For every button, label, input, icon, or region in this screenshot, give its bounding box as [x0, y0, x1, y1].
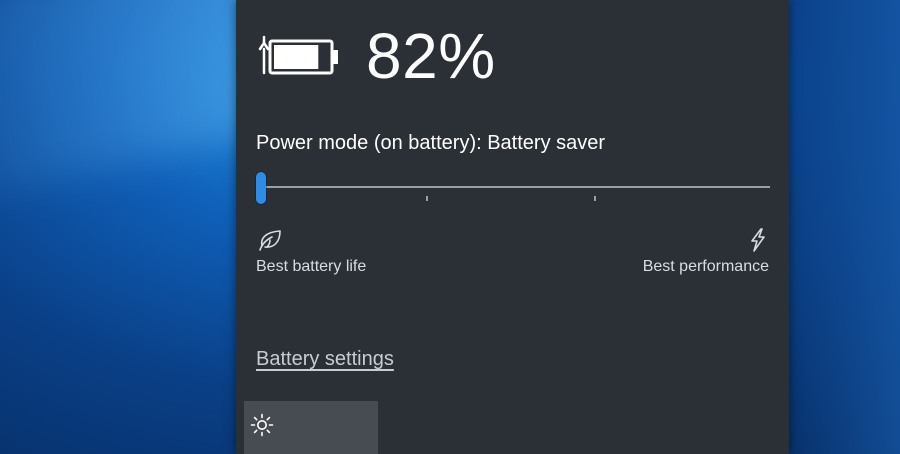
power-mode-label: Power mode (on battery): Battery saver	[256, 132, 606, 154]
lightning-icon	[744, 226, 772, 254]
wallpaper-glow	[780, 0, 900, 454]
slider-tick	[594, 196, 596, 201]
brightness-icon	[250, 413, 274, 437]
battery-status-row: 82%	[256, 20, 496, 92]
brightness-quick-action[interactable]	[244, 401, 378, 454]
best-performance-label: Best performance	[642, 258, 769, 275]
battery-flyout: 82% Power mode (on battery): Battery sav…	[236, 0, 789, 454]
power-mode-slider[interactable]	[256, 170, 770, 210]
slider-track[interactable]	[256, 186, 770, 188]
leaf-icon	[256, 226, 284, 254]
battery-settings-link[interactable]: Battery settings	[256, 348, 394, 371]
slider-tick	[426, 196, 428, 201]
battery-charging-icon	[256, 33, 342, 79]
slider-thumb[interactable]	[256, 172, 266, 204]
battery-percentage: 82%	[366, 20, 496, 92]
best-battery-life-label: Best battery life	[256, 258, 367, 275]
